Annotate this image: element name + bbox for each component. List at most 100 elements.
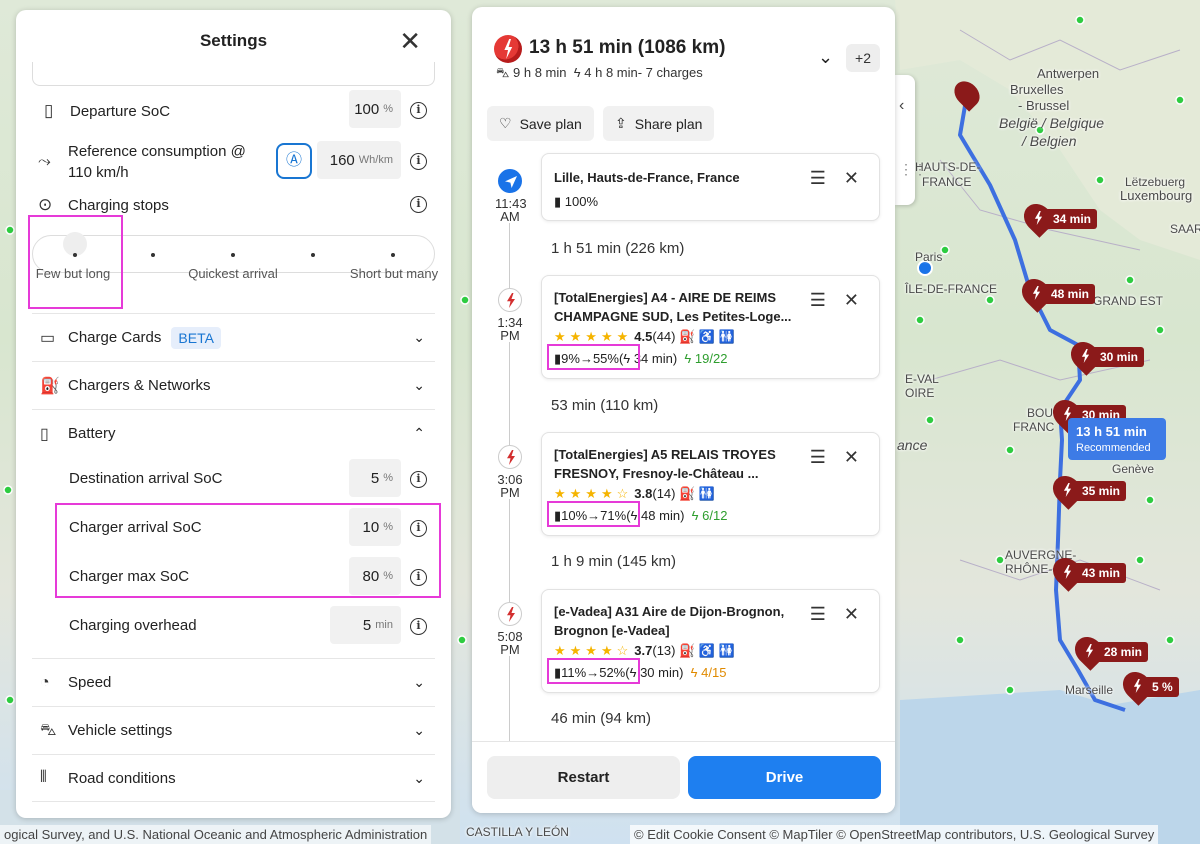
tune-icon[interactable]: ☰: [810, 447, 826, 467]
destination-soc-unit: %: [383, 472, 393, 484]
slider-dot[interactable]: [311, 253, 315, 257]
stop-name: [TotalEnergies] A5 RELAIS TROYES FRESNOY…: [554, 447, 776, 481]
leg-duration: 53 min (110 km): [551, 397, 659, 414]
auto-consumption-button[interactable]: Ⓐ: [276, 143, 312, 179]
info-icon[interactable]: i: [410, 618, 427, 635]
stop-time: 5:08 PM: [497, 629, 523, 657]
info-icon[interactable]: i: [410, 153, 427, 170]
collapse-panel-button[interactable]: ‹ ⋮⋮: [895, 75, 927, 205]
destination-soc-value: 5: [370, 469, 380, 487]
departure-soc-value: 100: [354, 100, 380, 118]
highlight-box: [55, 503, 441, 598]
map-label-ile: ÎLE-DE-FRANCE: [905, 282, 998, 296]
road-conditions-section[interactable]: ⫴ Road conditions ⌄: [32, 754, 435, 802]
info-icon[interactable]: i: [410, 102, 427, 119]
rating: ★★★★☆ 3.8(14) ⛽ 🚻: [554, 486, 716, 501]
availability: ϟ 19/22: [684, 351, 728, 366]
map-label-franc: FRANC: [1013, 420, 1055, 434]
speed-label: Speed: [68, 674, 112, 691]
speed-section[interactable]: ◔ Speed ⌄: [32, 658, 435, 706]
map-route-time: 13 h 51 min: [1076, 424, 1147, 439]
settings-panel: Settings ✕ ▯ Departure SoC 100% i ⤳ Refe…: [16, 10, 451, 818]
share-plan-button[interactable]: ⇪ Share plan: [603, 106, 715, 141]
highlight-box: [547, 344, 640, 370]
map-charge-pin[interactable]: 35 min: [1060, 481, 1127, 501]
review-count: (13): [652, 643, 676, 658]
card-icon: ▭: [40, 329, 56, 347]
save-plan-button[interactable]: ♡ Save plan: [487, 106, 594, 141]
map-charge-pin[interactable]: 30 min: [1078, 347, 1145, 367]
bolt-icon: [498, 445, 522, 469]
tune-icon[interactable]: ☰: [810, 290, 826, 310]
close-icon[interactable]: ✕: [844, 604, 859, 624]
highlight-box: [547, 501, 640, 527]
charging-overhead-input[interactable]: 5 min: [330, 606, 401, 644]
chevron-down-icon: ⌄: [413, 377, 425, 393]
settings-top-field[interactable]: [32, 62, 435, 86]
map-charge-pin[interactable]: 34 min: [1031, 209, 1098, 229]
slider-dot[interactable]: [151, 253, 155, 257]
slider-option-quickest[interactable]: Quickest arrival: [188, 265, 278, 283]
map-label-belgie: België / Belgique: [999, 115, 1105, 131]
charger-icon: ⛽: [40, 377, 60, 395]
battery-section[interactable]: ▯ Battery ⌃: [32, 409, 435, 457]
map-label-bruxelles: Bruxelles: [1010, 82, 1064, 97]
chargers-networks-section[interactable]: ⛽ Chargers & Networks ⌄: [32, 361, 435, 409]
start-time: 11:43 AM: [495, 196, 527, 224]
map-route-label[interactable]: 13 h 51 min Recommended: [1068, 418, 1166, 460]
route-actions: Restart Drive: [472, 741, 895, 813]
map-attribution-right[interactable]: © Edit Cookie Consent © MapTiler © OpenS…: [630, 825, 1159, 844]
start-card[interactable]: Lille, Hauts-de-France, France ▮ 100% ☰ ✕: [541, 153, 880, 221]
charge-cards-section[interactable]: ▭ Charge Cards BETA ⌄: [32, 313, 435, 361]
tune-icon[interactable]: ☰: [810, 168, 826, 188]
charge-duration: 34 min): [633, 351, 678, 366]
charge-cards-label: Charge Cards: [68, 329, 162, 346]
drive-button[interactable]: Drive: [688, 756, 881, 799]
more-routes-button[interactable]: +2: [846, 44, 880, 72]
chevron-left-icon: ‹: [899, 97, 905, 114]
chevron-down-icon[interactable]: ⌄: [818, 47, 833, 68]
map-charge-pin[interactable]: 48 min: [1029, 284, 1096, 304]
slider-dot[interactable]: [231, 253, 235, 257]
navigation-icon: [498, 169, 522, 193]
route-panel: 13 h 51 min (1086 km) ⛍ 9 h 8 min ϟ 4 h …: [472, 7, 895, 813]
tune-icon[interactable]: ☰: [810, 604, 826, 624]
close-icon[interactable]: ✕: [844, 447, 859, 467]
restart-button[interactable]: Restart: [487, 756, 680, 799]
card-actions: ☰ ✕: [792, 447, 859, 468]
amenity-icons: ⛽ ♿ 🚻: [679, 643, 735, 658]
start-battery: ▮ 100%: [554, 194, 598, 210]
card-actions: ☰ ✕: [792, 290, 859, 311]
map-label-letzebuerg: Lëtzebuerg: [1125, 175, 1186, 189]
availability-value: 4/15: [701, 665, 727, 680]
map-destination-pin[interactable]: 5 %: [1130, 677, 1179, 697]
close-icon[interactable]: ✕: [399, 28, 421, 54]
vehicle-settings-section[interactable]: ⛍ Vehicle settings ⌄: [32, 706, 435, 754]
reference-consumption-input[interactable]: 160 Wh/km: [317, 141, 401, 179]
departure-soc-input[interactable]: 100%: [349, 90, 401, 128]
slider-dot[interactable]: [391, 253, 395, 257]
rating-value: 3.8: [634, 486, 653, 501]
availability-value: 19/22: [694, 351, 728, 366]
info-icon[interactable]: i: [410, 471, 427, 488]
close-icon[interactable]: ✕: [844, 168, 859, 188]
charge-duration: 48 min): [641, 508, 685, 523]
map-charge-pin[interactable]: 28 min: [1082, 642, 1149, 662]
reference-consumption-unit: Wh/km: [358, 154, 393, 166]
highlight-box: [28, 215, 123, 309]
info-icon[interactable]: i: [410, 196, 427, 213]
destination-soc-input[interactable]: 5%: [349, 459, 401, 497]
map-label-paris: Paris: [915, 250, 943, 264]
availability-value: 6/12: [702, 508, 728, 523]
bolt-icon: ϟ: [573, 65, 581, 80]
start-name: Lille, Hauts-de-France, France: [554, 170, 740, 185]
departure-soc-label: Departure SoC: [70, 102, 171, 120]
charging-overhead-label: Charging overhead: [69, 617, 197, 634]
close-icon[interactable]: ✕: [844, 290, 859, 310]
auto-icon: Ⓐ: [285, 152, 302, 169]
map-label-val: E-VAL: [905, 372, 939, 386]
drag-handle-icon[interactable]: ⋮⋮: [899, 161, 927, 178]
charging-stops-row: ⊙ Charging stops: [32, 193, 435, 217]
map-charge-pin[interactable]: 43 min: [1060, 563, 1127, 583]
slider-option-short-but-many[interactable]: Short but many: [349, 265, 439, 283]
